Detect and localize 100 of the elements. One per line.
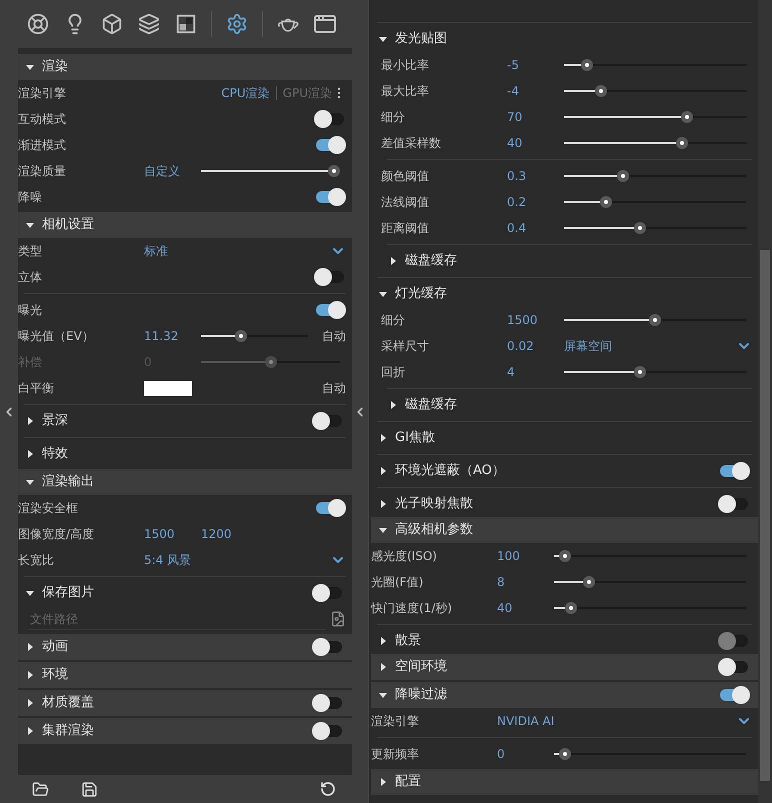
toggle-switch[interactable]	[314, 268, 346, 286]
section-header[interactable]: 相机设置	[18, 212, 352, 238]
undo-icon[interactable]	[320, 781, 336, 797]
slider-thumb[interactable]	[582, 576, 595, 588]
slider-thumb[interactable]	[634, 222, 646, 234]
triangle-right-icon[interactable]	[379, 434, 387, 442]
slider-track[interactable]	[201, 330, 308, 342]
slider-thumb[interactable]	[564, 602, 577, 614]
slider-thumb[interactable]	[581, 59, 593, 71]
slider-thumb[interactable]	[681, 111, 694, 123]
section-header[interactable]: 渲染	[18, 54, 352, 80]
slider-track[interactable]	[201, 356, 340, 368]
triangle-right-icon[interactable]	[26, 671, 34, 679]
save-icon[interactable]	[81, 780, 98, 798]
triangle-down-icon[interactable]	[379, 290, 387, 298]
scrollbar-thumb[interactable]	[760, 250, 770, 781]
slider-track[interactable]	[564, 366, 746, 378]
file-image-icon[interactable]	[330, 611, 346, 627]
engine-option[interactable]: CPU渲染	[221, 84, 270, 102]
slider-track[interactable]	[564, 314, 746, 326]
slider-track[interactable]	[554, 748, 746, 760]
slider-track[interactable]	[554, 576, 746, 588]
section-header[interactable]: 材质覆盖	[18, 690, 352, 716]
dropdown[interactable]: 类型 标准	[18, 238, 352, 264]
toggle-switch[interactable]	[718, 462, 750, 480]
section-header[interactable]: 景深	[18, 408, 352, 434]
triangle-down-icon[interactable]	[26, 221, 34, 229]
toggle-switch[interactable]	[718, 686, 750, 704]
triangle-right-icon[interactable]	[26, 450, 34, 458]
slider-track[interactable]	[564, 85, 746, 97]
toggle-switch[interactable]	[312, 412, 344, 430]
slider-track[interactable]	[564, 111, 746, 123]
toggle-switch[interactable]	[312, 722, 344, 740]
triangle-down-icon[interactable]	[26, 63, 34, 71]
section-header[interactable]: 渲染输出	[18, 469, 352, 495]
section-header[interactable]: 磁盘缓存	[381, 248, 758, 274]
slider-thumb[interactable]	[634, 366, 646, 378]
folder-open-icon[interactable]	[32, 780, 49, 798]
section-header[interactable]: 高级相机参数	[371, 517, 758, 543]
triangle-down-icon[interactable]	[379, 526, 387, 534]
slider-track[interactable]	[201, 165, 340, 177]
dropdown[interactable]: 长宽比 5:4 风景	[18, 547, 352, 573]
section-header[interactable]: 环境	[18, 662, 352, 688]
slider-track[interactable]	[564, 59, 746, 71]
triangle-down-icon[interactable]	[26, 478, 34, 486]
slider-track[interactable]	[564, 170, 746, 182]
section-header[interactable]: 灯光缓存	[371, 281, 758, 307]
section-header[interactable]: 保存图片	[18, 580, 352, 606]
slider-track[interactable]	[554, 602, 746, 614]
slider-thumb[interactable]	[649, 314, 661, 326]
toggle-switch[interactable]	[314, 301, 346, 319]
triangle-right-icon[interactable]	[26, 727, 34, 735]
slider-track[interactable]	[564, 196, 746, 208]
dropdown[interactable]: 屏幕空间	[564, 337, 752, 355]
slider-thumb[interactable]	[559, 748, 572, 760]
triangle-down-icon[interactable]	[379, 691, 387, 699]
triangle-right-icon[interactable]	[26, 417, 34, 425]
section-header[interactable]: 特效	[18, 441, 352, 467]
triangle-right-icon[interactable]	[389, 257, 397, 265]
color-swatch[interactable]	[144, 380, 192, 396]
slider-track[interactable]	[564, 222, 746, 234]
triangle-right-icon[interactable]	[26, 699, 34, 707]
section-header[interactable]: 空间环境	[371, 654, 758, 680]
toggle-switch[interactable]	[314, 110, 346, 128]
section-header[interactable]: 发光贴图	[371, 26, 758, 52]
slider-thumb[interactable]	[600, 196, 612, 208]
triangle-right-icon[interactable]	[379, 500, 387, 508]
section-header[interactable]: GI焦散	[371, 425, 758, 451]
section-header[interactable]: 配置	[371, 769, 758, 795]
slider-thumb[interactable]	[264, 356, 276, 368]
toggle-switch[interactable]	[718, 658, 750, 676]
section-header[interactable]: 集群渲染	[18, 718, 352, 744]
slider-track[interactable]	[564, 137, 746, 149]
toggle-switch[interactable]	[312, 638, 344, 656]
slider-thumb[interactable]	[676, 137, 688, 149]
section-header[interactable]: 降噪过滤	[371, 682, 758, 708]
section-header[interactable]: 磁盘缓存	[381, 392, 758, 418]
slider-thumb[interactable]	[594, 85, 607, 97]
triangle-right-icon[interactable]	[26, 643, 34, 651]
triangle-right-icon[interactable]	[379, 663, 387, 671]
toggle-switch[interactable]	[314, 188, 346, 206]
triangle-right-icon[interactable]	[389, 401, 397, 409]
section-header[interactable]: 光子映射焦散	[371, 491, 758, 517]
slider-thumb[interactable]	[559, 550, 572, 562]
toggle-switch[interactable]	[312, 694, 344, 712]
triangle-down-icon[interactable]	[379, 35, 387, 43]
slider-track[interactable]	[554, 550, 746, 562]
dropdown[interactable]: 渲染引擎 NVIDIA AI	[371, 708, 758, 734]
slider-thumb[interactable]	[328, 165, 340, 177]
triangle-right-icon[interactable]	[379, 467, 387, 475]
toggle-switch[interactable]	[314, 136, 346, 154]
triangle-down-icon[interactable]	[26, 589, 34, 597]
slider-thumb[interactable]	[235, 330, 248, 342]
toggle-switch[interactable]	[312, 584, 344, 602]
triangle-right-icon[interactable]	[379, 778, 387, 786]
slider-thumb[interactable]	[616, 170, 629, 182]
section-header[interactable]: 环境光遮蔽（AO）	[371, 458, 758, 484]
toggle-switch[interactable]	[718, 495, 750, 513]
section-header[interactable]: 动画	[18, 634, 352, 660]
toggle-switch[interactable]	[314, 499, 346, 517]
